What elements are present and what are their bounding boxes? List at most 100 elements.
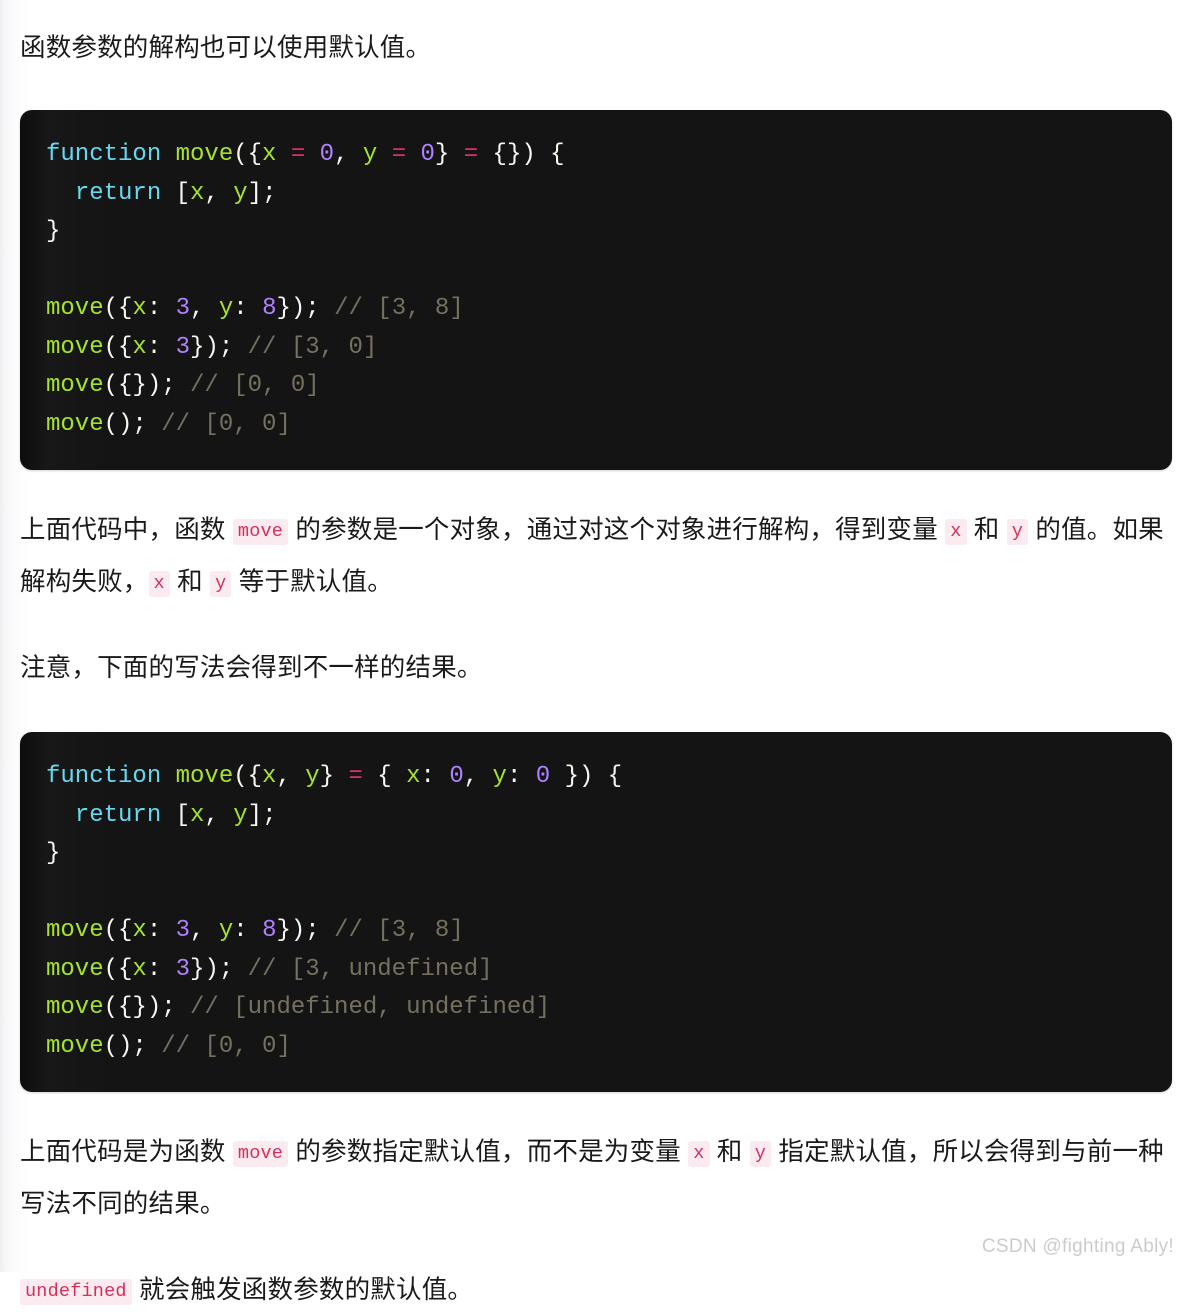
code-token-var: y — [305, 763, 320, 790]
code-token-pun — [377, 141, 391, 168]
code-line: function move({x, y} = { x: 0, y: 0 }) { — [46, 758, 1146, 797]
code-token-pun: : — [146, 333, 176, 361]
csdn-watermark: CSDN @fighting Ably! — [981, 1236, 1174, 1257]
intro-paragraph-text: 函数参数的解构也可以使用默认值。 — [20, 34, 432, 62]
code-token-pun — [305, 141, 319, 168]
code-token-pun: }); — [276, 917, 335, 944]
code-token-pun: { — [362, 763, 407, 790]
code-token-num: 8 — [262, 295, 277, 322]
explain1-part6: 等于默认值。 — [231, 568, 393, 596]
code-token-op: = — [391, 141, 407, 168]
inline-code-y-2: y — [210, 571, 232, 597]
code-token-pun: ({ — [103, 295, 133, 322]
code-token-num: 8 — [262, 917, 277, 944]
code-token-pun: : — [146, 917, 176, 944]
code-token-num: 0 — [420, 141, 435, 168]
code-token-pun: , — [334, 141, 363, 168]
code-line: move({x: 3, y: 8}); // [3, 8] — [46, 290, 1146, 329]
code-token-pun: } — [434, 141, 464, 168]
code-token-pun — [46, 802, 75, 829]
code-block-1[interactable]: function move({x = 0, y = 0} = {}) { ret… — [20, 110, 1172, 470]
code-token-num: 3 — [175, 955, 191, 983]
code-token-kw: function — [46, 763, 162, 790]
code-token-fn: move — [46, 1032, 104, 1060]
code-token-cmt: // [3, undefined] — [247, 955, 493, 983]
explain1-part1: 上面代码中，函数 — [20, 516, 233, 544]
code-token-pun: : — [420, 763, 450, 790]
code-token-cmt: // [3, 8] — [334, 917, 464, 944]
code-token-pun: , — [190, 295, 219, 322]
code-token-pun: ({}); — [103, 372, 191, 399]
code-token-cmt: // [0, 0] — [190, 372, 320, 399]
code-token-pun — [161, 763, 175, 790]
code-line: return [x, y]; — [46, 175, 1146, 214]
code-line: move(); // [0, 0] — [46, 406, 1146, 445]
explain2-part2: 的参数指定默认值，而不是为变量 — [288, 1138, 689, 1166]
explain1-part3: 和 — [966, 516, 1007, 544]
code-line: move(); // [0, 0] — [46, 1028, 1146, 1067]
inline-code-x-2: x — [148, 571, 170, 597]
code-token-pun: : — [233, 917, 263, 944]
code-token-var: y — [492, 763, 507, 790]
code-token-pun: }); — [190, 955, 248, 983]
code-token-fn: move — [46, 372, 104, 399]
explain1-part5: 和 — [169, 568, 211, 596]
code-token-var: y — [233, 801, 248, 829]
code-token-kw: return — [74, 801, 162, 829]
code-token-pun: } — [46, 218, 61, 245]
code-token-fn: move — [46, 295, 104, 322]
code-token-pun: : — [146, 955, 176, 983]
code-token-var: x — [132, 333, 147, 361]
code-token-cmt: // [3, 0] — [247, 333, 378, 361]
code-token-num: 0 — [535, 763, 551, 790]
intro-paragraph: 函数参数的解构也可以使用默认值。 — [20, 22, 1172, 74]
code-token-pun: ]; — [247, 179, 277, 207]
code-token-pun: ({}); — [103, 994, 191, 1021]
code-token-var: x — [190, 179, 205, 207]
code-token-var: x — [132, 295, 147, 322]
code-token-cmt: // [undefined, undefined] — [190, 994, 551, 1021]
code-token-pun: }) { — [550, 763, 623, 790]
code-token-pun: }); — [276, 295, 335, 322]
explain1-part2: 的参数是一个对象，通过对这个对象进行解构，得到变量 — [288, 516, 946, 544]
code-token-num: 0 — [319, 141, 335, 168]
code-token-kw: return — [74, 179, 162, 207]
code-token-op: = — [463, 141, 479, 168]
code-token-pun: [ — [161, 179, 191, 207]
code-token-fn: move — [46, 917, 104, 944]
code-token-pun: }); — [190, 333, 248, 361]
code-token-var: y — [218, 295, 234, 322]
code-token-pun: : — [233, 295, 263, 322]
note-paragraph: 注意，下面的写法会得到不一样的结果。 — [20, 642, 1172, 694]
code-token-num: 3 — [175, 333, 191, 361]
code-token-var: y — [233, 179, 248, 207]
code-line: function move({x = 0, y = 0} = {}) { — [46, 136, 1146, 175]
code-token-cmt: // [0, 0] — [161, 410, 291, 438]
code-token-pun — [161, 141, 175, 168]
code-token-pun: {}) { — [478, 141, 565, 168]
code-token-op: = — [290, 141, 306, 168]
code-token-pun: ({ — [233, 763, 263, 790]
code-token-fn: move — [46, 333, 104, 361]
inline-code-move-1: move — [232, 519, 289, 545]
code-token-pun: ({ — [103, 917, 133, 944]
code-token-var: x — [262, 141, 277, 168]
code-token-var: x — [262, 763, 277, 790]
code-token-var: x — [190, 801, 205, 829]
explanation-paragraph-1: 上面代码中，函数 move 的参数是一个对象，通过对这个对象进行解构，得到变量 … — [20, 504, 1172, 608]
code-token-pun: ({ — [103, 955, 133, 983]
code-token-cmt: // [0, 0] — [161, 1032, 291, 1060]
code-token-pun: : — [506, 763, 536, 790]
code-token-pun: ({ — [103, 333, 133, 361]
code-token-var: x — [132, 955, 147, 983]
code-token-pun: ({ — [233, 141, 263, 168]
code-token-pun: , — [463, 763, 493, 790]
code-token-kw: function — [46, 141, 162, 168]
inline-code-undefined: undefined — [20, 1279, 132, 1305]
code-token-pun: (); — [103, 1032, 162, 1060]
code-token-pun: , — [276, 763, 306, 790]
code-token-cmt: // [3, 8] — [334, 295, 464, 322]
code-block-2[interactable]: function move({x, y} = { x: 0, y: 0 }) {… — [20, 732, 1172, 1092]
code-token-pun: , — [204, 801, 234, 829]
